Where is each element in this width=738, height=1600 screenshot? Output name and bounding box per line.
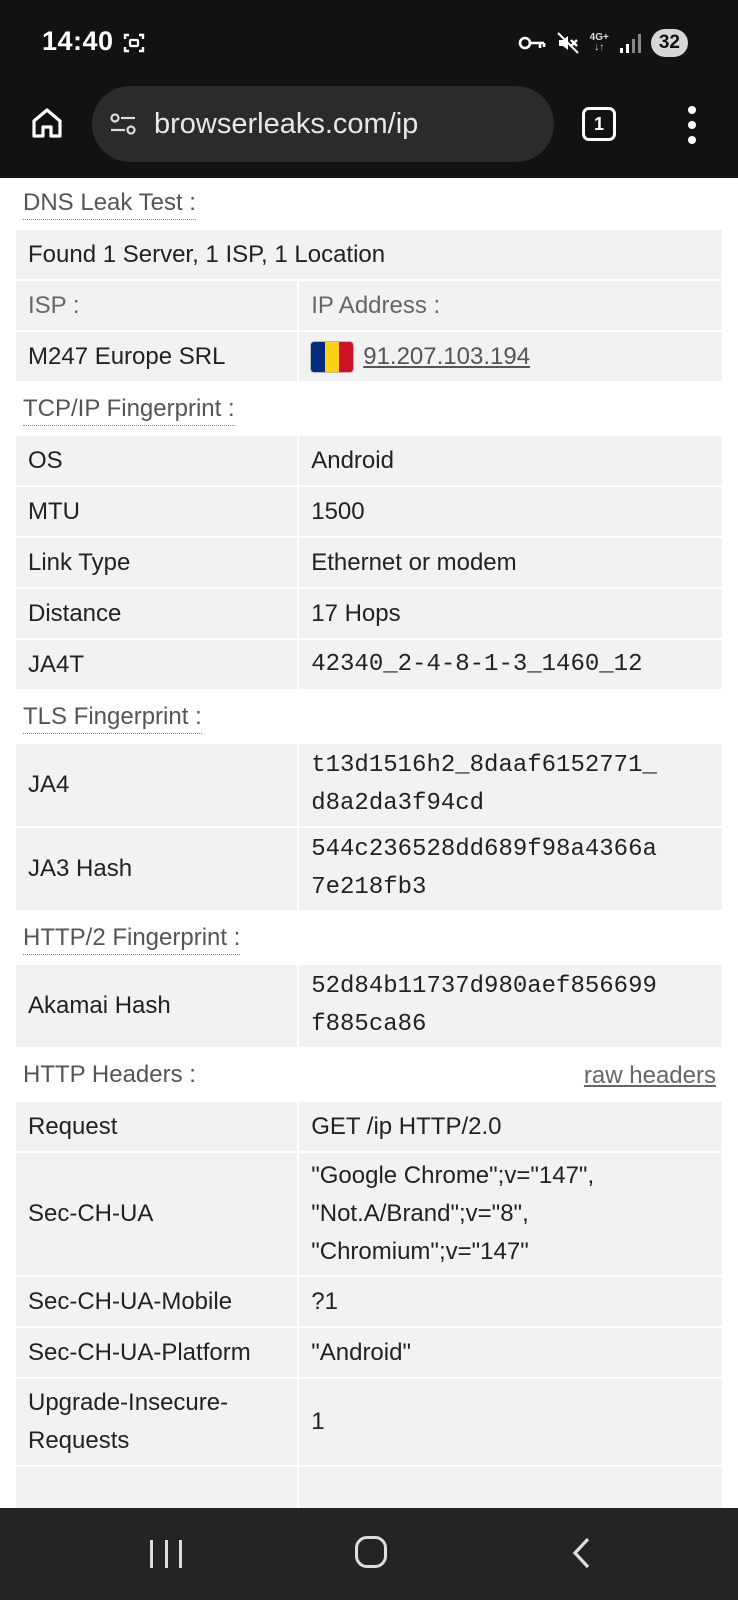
headers-table: Request GET /ip HTTP/2.0 Sec-CH-UA "Goog… [16, 1102, 722, 1508]
table-row: Sec-CH-UA "Google Chrome";v="147", "Not.… [16, 1153, 722, 1275]
table-row: Akamai Hash 52d84b11737d980aef856699 f885… [16, 965, 722, 1047]
tcp-link-value: Ethernet or modem [299, 538, 722, 587]
tcp-distance-label: Distance [16, 589, 298, 638]
tls-section-header: TLS Fingerprint : [0, 692, 738, 744]
status-icons: 4G+ ↓↑ 32 [518, 28, 688, 58]
tls-ja4-value: t13d1516h2_8daaf6152771_ d8a2da3f94cd [299, 744, 722, 826]
more-vert-icon[interactable] [680, 106, 704, 144]
browser-toolbar: browserleaks.com/ip 1 [0, 86, 738, 178]
table-row: ISP : IP Address : [16, 281, 722, 330]
platform-label: Sec-CH-UA-Platform [16, 1328, 298, 1377]
dns-summary: Found 1 Server, 1 ISP, 1 Location [16, 230, 722, 279]
table-row: M247 Europe SRL 91.207.103.194 [16, 332, 722, 381]
table-row: Upgrade-Insecure- Requests 1 [16, 1379, 722, 1465]
mute-icon [556, 32, 579, 54]
tls-ja4-label: JA4 [16, 744, 298, 826]
signal-icon [619, 34, 641, 53]
platform-value: "Android" [299, 1328, 722, 1377]
mobile-value: ?1 [299, 1277, 722, 1326]
system-nav-bar [0, 1508, 738, 1600]
table-row: MTU 1500 [16, 487, 722, 536]
network-type: 4G+ ↓↑ [589, 32, 609, 53]
akamai-value: 52d84b11737d980aef856699 f885ca86 [299, 965, 722, 1047]
table-row: Found 1 Server, 1 ISP, 1 Location [16, 230, 722, 279]
table-row: Link Type Ethernet or modem [16, 538, 722, 587]
tab-count: 1 [593, 113, 604, 134]
ip-header: IP Address : [299, 281, 722, 330]
http2-section-header: HTTP/2 Fingerprint : [0, 913, 738, 965]
request-value: GET /ip HTTP/2.0 [299, 1102, 722, 1151]
table-row: JA3 Hash 544c236528dd689f98a4366a 7e218fb… [16, 828, 722, 910]
tls-ja3-label: JA3 Hash [16, 828, 298, 910]
secchua-label: Sec-CH-UA [16, 1153, 298, 1275]
upgrade-label: Upgrade-Insecure- Requests [16, 1379, 298, 1465]
tcp-os-value: Android [299, 436, 722, 485]
dns-table: Found 1 Server, 1 ISP, 1 Location ISP : … [16, 230, 722, 381]
recents-icon[interactable] [150, 1540, 182, 1568]
table-row: JA4 t13d1516h2_8daaf6152771_ d8a2da3f94cd [16, 744, 722, 826]
tcp-os-label: OS [16, 436, 298, 485]
table-row: Request GET /ip HTTP/2.0 [16, 1102, 722, 1151]
http2-table: Akamai Hash 52d84b11737d980aef856699 f885… [16, 965, 722, 1047]
tls-table: JA4 t13d1516h2_8daaf6152771_ d8a2da3f94cd… [16, 744, 722, 910]
upgrade-value: 1 [299, 1379, 722, 1465]
table-row: JA4T 42340_2-4-8-1-3_1460_12 [16, 640, 722, 689]
home-icon [32, 108, 62, 138]
tcp-link-label: Link Type [16, 538, 298, 587]
table-row [16, 1467, 722, 1508]
table-row: Sec-CH-UA-Platform "Android" [16, 1328, 722, 1377]
ip-cell: 91.207.103.194 [299, 332, 722, 381]
raw-headers-link[interactable]: raw headers [584, 1062, 716, 1090]
status-bar: 14:40 4G+ ↓↑ 32 [0, 0, 738, 86]
url-bar[interactable]: browserleaks.com/ip [92, 86, 554, 162]
tcp-section-title[interactable]: TCP/IP Fingerprint : [23, 395, 235, 426]
mobile-label: Sec-CH-UA-Mobile [16, 1277, 298, 1326]
battery-badge: 32 [650, 29, 688, 57]
isp-header: ISP : [16, 281, 298, 330]
tcp-table: OS Android MTU 1500 Link Type Ethernet o… [16, 436, 722, 689]
table-row: Sec-CH-UA-Mobile ?1 [16, 1277, 722, 1326]
tcp-section-header: TCP/IP Fingerprint : [0, 384, 738, 436]
back-icon[interactable] [568, 1536, 598, 1570]
tcp-ja4t-label: JA4T [16, 640, 298, 689]
tcp-mtu-value: 1500 [299, 487, 722, 536]
url-text[interactable]: browserleaks.com/ip [154, 108, 418, 141]
cutoff-row-value [299, 1467, 722, 1508]
secchua-value: "Google Chrome";v="147", "Not.A/Brand";v… [299, 1153, 722, 1275]
table-row: Distance 17 Hops [16, 589, 722, 638]
status-time: 14:40 [42, 26, 114, 56]
tcp-distance-value: 17 Hops [299, 589, 722, 638]
screenshot-icon [123, 33, 145, 53]
ip-address-link[interactable]: 91.207.103.194 [363, 343, 530, 371]
headers-section-title: HTTP Headers : [23, 1061, 196, 1088]
tls-ja3-value: 544c236528dd689f98a4366a 7e218fb3 [299, 828, 722, 910]
tcp-mtu-label: MTU [16, 487, 298, 536]
tls-section-title[interactable]: TLS Fingerprint : [23, 703, 202, 734]
dns-section-header: DNS Leak Test : [0, 178, 738, 230]
akamai-label: Akamai Hash [16, 965, 298, 1047]
tcp-ja4t-value: 42340_2-4-8-1-3_1460_12 [299, 640, 722, 689]
romania-flag-icon [311, 341, 354, 372]
home-nav-icon[interactable] [355, 1536, 387, 1568]
cutoff-row-label [16, 1467, 298, 1508]
isp-value: M247 Europe SRL [16, 332, 298, 381]
site-info-icon[interactable] [108, 109, 138, 139]
home-button[interactable] [26, 102, 68, 144]
table-row: OS Android [16, 436, 722, 485]
vpn-key-icon [518, 36, 545, 50]
http2-section-title[interactable]: HTTP/2 Fingerprint : [23, 924, 241, 955]
page-content: DNS Leak Test : Found 1 Server, 1 ISP, 1… [0, 178, 738, 1508]
tabs-button[interactable]: 1 [582, 107, 616, 141]
request-label: Request [16, 1102, 298, 1151]
headers-section-header: HTTP Headers : raw headers [0, 1050, 738, 1102]
dns-section-title[interactable]: DNS Leak Test : [23, 189, 196, 220]
